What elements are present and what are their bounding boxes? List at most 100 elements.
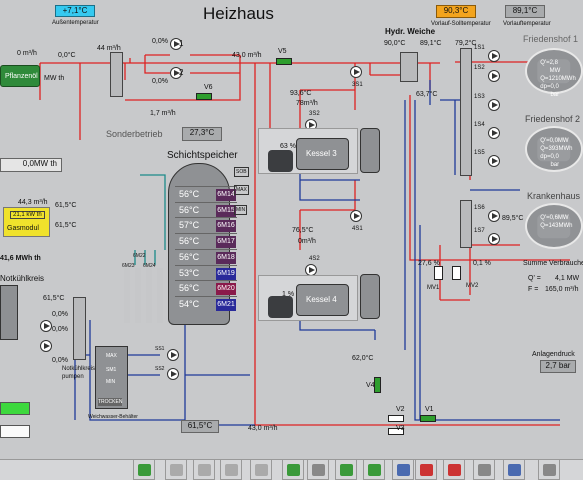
distribution-pump-label: 1S3	[474, 94, 485, 100]
transfer-button[interactable]	[335, 459, 357, 480]
storage-min: MIN	[234, 205, 248, 215]
distribution-pump[interactable]	[488, 50, 500, 62]
cooling-pump-1[interactable]	[40, 320, 52, 332]
power-display: 0,0MW th	[0, 158, 62, 172]
undo-icon	[287, 464, 300, 476]
k4-temp: 76,5°C	[292, 227, 314, 234]
storage-layer: 56°C 6M17	[175, 233, 237, 249]
storage-layer-temp: 57°C	[179, 220, 200, 231]
pdf-button[interactable]	[443, 459, 465, 480]
print-button[interactable]	[392, 459, 414, 480]
cooling-pump-2[interactable]	[40, 340, 52, 352]
burner-4[interactable]	[268, 296, 293, 318]
gas-kw: 21,1 kW th	[10, 211, 45, 219]
valve-v5[interactable]	[276, 58, 292, 65]
distribution-pump[interactable]	[488, 155, 500, 167]
pump-3s1[interactable]	[350, 66, 362, 78]
distributor-header[interactable]	[460, 48, 472, 176]
boiler-3-tank[interactable]	[360, 128, 380, 173]
krankenhaus-pump-label: 1S7	[474, 228, 485, 234]
valve-v1-label: V1	[425, 406, 434, 413]
valve-v2[interactable]	[388, 415, 404, 422]
redo-icon	[312, 464, 325, 476]
sonder-temp: 27,3°C	[189, 128, 215, 137]
friedenshof-2-title: Friedenshof 2	[525, 114, 581, 124]
up-icon	[198, 464, 211, 476]
sum-f-label: F =	[528, 286, 539, 293]
mixing-valve-1[interactable]	[434, 266, 443, 280]
undo-button[interactable]	[282, 459, 304, 480]
gasmodul-label: Gasmodul	[7, 225, 39, 232]
back-button[interactable]	[165, 459, 187, 480]
valve-v6[interactable]	[196, 93, 212, 100]
pump-2-pct: 0,0%	[152, 78, 168, 85]
storage-layer-temp: 53°C	[179, 267, 200, 278]
cooling-exchanger[interactable]	[73, 297, 86, 360]
pump-ss2[interactable]	[167, 368, 179, 380]
krankenhaus-pump[interactable]	[488, 210, 500, 222]
cooling-title: Notkühlkreis	[0, 274, 45, 283]
krankenhaus-pump[interactable]	[488, 233, 500, 245]
valve-v1[interactable]	[420, 415, 436, 422]
fs1-qs-label: Q=	[540, 76, 549, 83]
forward-button[interactable]	[250, 459, 272, 480]
distribution-pump[interactable]	[488, 127, 500, 139]
krankenhaus-header[interactable]	[460, 200, 472, 248]
eye-button[interactable]	[503, 459, 525, 480]
home-button[interactable]	[133, 459, 155, 480]
chart-icon	[420, 464, 433, 476]
distributor-bar[interactable]	[110, 52, 123, 97]
krankenhaus-temp: 89,5°C	[502, 215, 524, 222]
status-white-indicator[interactable]	[0, 425, 30, 438]
distribution-pump[interactable]	[488, 70, 500, 82]
back-icon	[170, 464, 183, 476]
hydraulic-separator[interactable]	[400, 52, 418, 82]
friedenshof-2-gauge[interactable]: Q'= 0,0MW Q= 393MWh dp= 0,0 bar	[525, 126, 583, 172]
boiler-3-pct: 63 %	[280, 143, 296, 150]
distribution-pump[interactable]	[488, 99, 500, 111]
status-green-indicator[interactable]	[0, 402, 30, 415]
friedenshof-1-gauge[interactable]: Q'= 2,8 MW Q= 1210MWh dp= 0,0 bar	[525, 48, 583, 98]
fs2-qs: 393MWh	[548, 146, 573, 153]
mixing-valve-2[interactable]	[452, 266, 461, 280]
cooling-pumps-label: Notkühlkreis- pumpen	[62, 366, 98, 380]
distribution-pump-label: 1S1	[474, 45, 485, 51]
edit-button[interactable]	[538, 459, 560, 480]
krankenhaus-gauge[interactable]: Q'= 0,6MW Q= 143MWh	[525, 203, 583, 249]
weiche-temp-2: 89,1°C	[420, 40, 442, 47]
pump-2-id: 2	[179, 68, 184, 77]
storage-layer: 56°C 6M14	[175, 186, 237, 201]
redo-button[interactable]	[307, 459, 329, 480]
fs1-q-label: Q'=	[540, 60, 550, 67]
down-button[interactable]	[220, 459, 242, 480]
export-icon	[368, 464, 381, 476]
valve-v4[interactable]	[374, 377, 381, 393]
storage-tank[interactable]: 56°C 6M14 56°C 6M15 57°C 6M16 56°C 6M17 56°C 6M18…	[168, 163, 237, 325]
cooler-unit[interactable]	[0, 285, 18, 340]
gasmodul-unit[interactable]: 21,1 kW th Gasmodul	[3, 207, 50, 237]
pump-1-id: 1	[179, 39, 184, 48]
k4-flow: 0m³/h	[298, 238, 316, 245]
supply-setpoint-label: Vorlauf-Solltemperatur	[431, 21, 491, 27]
pflanzenoel-unit[interactable]: Pflanzenöl	[0, 65, 40, 87]
monitor-button[interactable]	[473, 459, 495, 480]
pump-4s1[interactable]	[350, 210, 362, 222]
pump-1-pct: 0,0%	[152, 38, 168, 45]
pdf-icon	[448, 464, 461, 476]
up-button[interactable]	[193, 459, 215, 480]
export-button[interactable]	[363, 459, 385, 480]
pump-ss1[interactable]	[167, 349, 179, 361]
storage-layer-sensor: 6M18	[216, 251, 236, 264]
storage-layer-temp: 56°C	[179, 283, 200, 294]
valve-v6-label: V6	[204, 84, 213, 91]
boiler-4-tank[interactable]	[360, 274, 380, 319]
boiler-4[interactable]: Kessel 4	[296, 284, 349, 316]
gas-flow: 44,3 m³/h	[18, 199, 48, 206]
chart-button[interactable]	[415, 459, 437, 480]
distribution-pump-label: 1S2	[474, 65, 485, 71]
forward-icon	[255, 464, 268, 476]
sum-q: 4,1 MW	[555, 275, 580, 282]
burner-3[interactable]	[268, 150, 293, 172]
boiler-3[interactable]: Kessel 3	[296, 138, 349, 170]
supply-setpoint-box: 90,3°C	[436, 5, 476, 18]
